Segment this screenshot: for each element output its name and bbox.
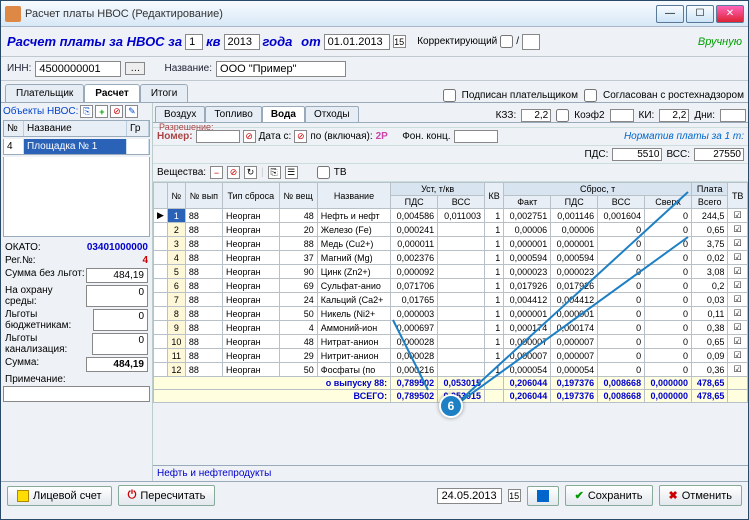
kv-label: кв [206, 34, 220, 49]
permit-datefrom-icon[interactable]: ⊘ [294, 130, 307, 143]
date-from-input[interactable] [324, 34, 390, 50]
app-icon [5, 6, 21, 22]
cross-icon: ✖ [669, 489, 678, 502]
quarter-input[interactable] [185, 34, 203, 50]
maximize-button[interactable]: ☐ [686, 5, 714, 23]
warning-icon [17, 490, 29, 502]
kzz-input[interactable] [521, 109, 551, 122]
tab-totals[interactable]: Итоги [140, 84, 188, 102]
block-icon[interactable]: ⊘ [110, 105, 123, 118]
tab-payer[interactable]: Плательщик [5, 84, 84, 102]
permit-block-icon[interactable]: ⊘ [243, 130, 256, 143]
edit-icon[interactable]: ✎ [125, 105, 138, 118]
subst-copy-icon[interactable]: ⎘ [268, 166, 281, 179]
status-mode: Вручную [698, 36, 742, 48]
agreed-label: Согласован с ростехнадзором [603, 90, 744, 101]
table-row[interactable]: 1188Неорган29Нитрит-анион0,00002810,0000… [154, 349, 748, 363]
object-name: Площадка № 1 [24, 139, 127, 154]
cancel-button[interactable]: ✖Отменить [659, 485, 742, 506]
inn-lookup-button[interactable]: … [125, 62, 145, 75]
norm-label: Норматив платы за 1 т: [624, 131, 744, 142]
objects-label: Объекты НВОС: [3, 106, 78, 117]
sum-total: 484,19 [86, 357, 148, 372]
signed-checkbox[interactable] [443, 89, 456, 102]
agreed-checkbox[interactable] [584, 89, 597, 102]
table-row[interactable]: 888Неорган50Никель (Ni2+0,00000310,00000… [154, 307, 748, 321]
sum-budj: 0 [93, 309, 148, 331]
subst-refresh-icon[interactable]: ↻ [244, 166, 257, 179]
objects-header: № Название Гр [3, 120, 150, 137]
correcting-checkbox[interactable] [500, 35, 513, 48]
sum-ohrana: 0 [86, 285, 148, 307]
table-row[interactable]: 688Неорган69Сульфат-анио0,07170610,01792… [154, 279, 748, 293]
recalc-button[interactable]: ⏻Пересчитать [118, 485, 216, 506]
correcting-label: Корректирующий [417, 36, 497, 47]
dni-input[interactable] [720, 109, 746, 122]
pds-norm-value: 5510 [612, 148, 662, 161]
vss-norm-value: 27550 [694, 148, 744, 161]
add-icon[interactable]: + [95, 105, 108, 118]
grid-footer-caption: Нефть и нефтепродукты [153, 465, 748, 481]
save-button[interactable]: ✔Сохранить [565, 485, 653, 506]
ki-input[interactable] [659, 109, 689, 122]
objects-empty-area [3, 157, 150, 237]
footer-calendar-icon[interactable]: 15 [508, 489, 521, 502]
sum-nolgot: 484,19 [86, 268, 148, 283]
subtab-air[interactable]: Воздух [155, 106, 205, 122]
calendar-icon[interactable]: 15 [393, 35, 406, 48]
koef2-input[interactable] [610, 109, 634, 122]
check-icon: ✔ [575, 489, 584, 502]
titlebar[interactable]: Расчет платы НВОС (Редактирование) — ☐ ✕ [1, 1, 748, 27]
subst-block-icon[interactable]: ⊘ [227, 166, 240, 179]
note-input[interactable] [3, 386, 150, 402]
okato-value: 03401000000 [87, 242, 148, 253]
year-label: года [263, 34, 293, 49]
subtab-water[interactable]: Вода [262, 106, 305, 122]
table-row[interactable]: 488Неорган37Магний (Mg)0,00237610,000594… [154, 251, 748, 265]
name-label: Название: [165, 63, 212, 74]
copy-icon[interactable]: ⎘ [80, 105, 93, 118]
signed-label: Подписан плательщиком [462, 90, 578, 101]
disk-icon [537, 490, 549, 502]
footer-date[interactable]: 24.05.2013 [437, 488, 502, 504]
subtab-waste[interactable]: Отходы [305, 106, 359, 122]
table-row[interactable]: 588Неорган90Цинк (Zn2+)0,00009210,000023… [154, 265, 748, 279]
fon-input[interactable] [454, 130, 498, 143]
tab-calculation[interactable]: Расчет [84, 84, 140, 102]
table-row[interactable]: 1288Неорган50Фосфаты (по0,00021610,00005… [154, 363, 748, 377]
subst-minus-icon[interactable]: − [210, 166, 223, 179]
table-row[interactable]: 388Неорган88Медь (Cu2+)0,00001110,000001… [154, 237, 748, 251]
fon-label: Фон. конц. [402, 131, 450, 142]
substances-label: Вещества: [157, 167, 206, 178]
table-row[interactable]: 788Неорган24Кальций (Ca2+0,0176510,00441… [154, 293, 748, 307]
substances-grid[interactable]: № № вып Тип сброса № вещ Название Уст, т… [153, 182, 748, 465]
save-disk-button[interactable] [527, 486, 559, 506]
page-title-prefix: Расчет платы за НВОС за [7, 34, 182, 49]
regnum-value: 4 [142, 255, 148, 266]
minimize-button[interactable]: — [656, 5, 684, 23]
subtab-fuel[interactable]: Топливо [205, 106, 262, 122]
permit-code: 2Р [376, 131, 388, 142]
table-row[interactable]: 288Неорган20Железо (Fe)0,00024110,000060… [154, 223, 748, 237]
account-button[interactable]: Лицевой счет [7, 486, 112, 506]
from-label: от [301, 34, 321, 49]
year-input[interactable] [224, 34, 260, 50]
table-row[interactable]: 988Неорган4Аммоний-ион0,00069710,0001740… [154, 321, 748, 335]
inn-input[interactable] [35, 61, 121, 77]
inn-label: ИНН: [7, 63, 31, 74]
permit-header: Разрешение: [159, 122, 213, 132]
tv-checkbox[interactable] [317, 166, 330, 179]
window-title: Расчет платы НВОС (Редактирование) [25, 8, 656, 20]
permit-number-label: Номер: [157, 131, 193, 142]
koef2-checkbox[interactable] [556, 109, 569, 122]
table-row[interactable]: 1088Неорган48Нитрат-анион0,00002810,0000… [154, 335, 748, 349]
object-row[interactable]: 4 Площадка № 1 [3, 139, 150, 155]
sum-kanal: 0 [92, 333, 148, 355]
close-button[interactable]: ✕ [716, 5, 744, 23]
subst-list-icon[interactable]: ☰ [285, 166, 298, 179]
correcting-num-input[interactable] [522, 34, 540, 50]
table-row[interactable]: ▶188Неорган48Нефть и нефт0,0045860,01100… [154, 209, 748, 223]
name-input[interactable] [216, 61, 346, 77]
power-icon: ⏻ [128, 489, 137, 502]
